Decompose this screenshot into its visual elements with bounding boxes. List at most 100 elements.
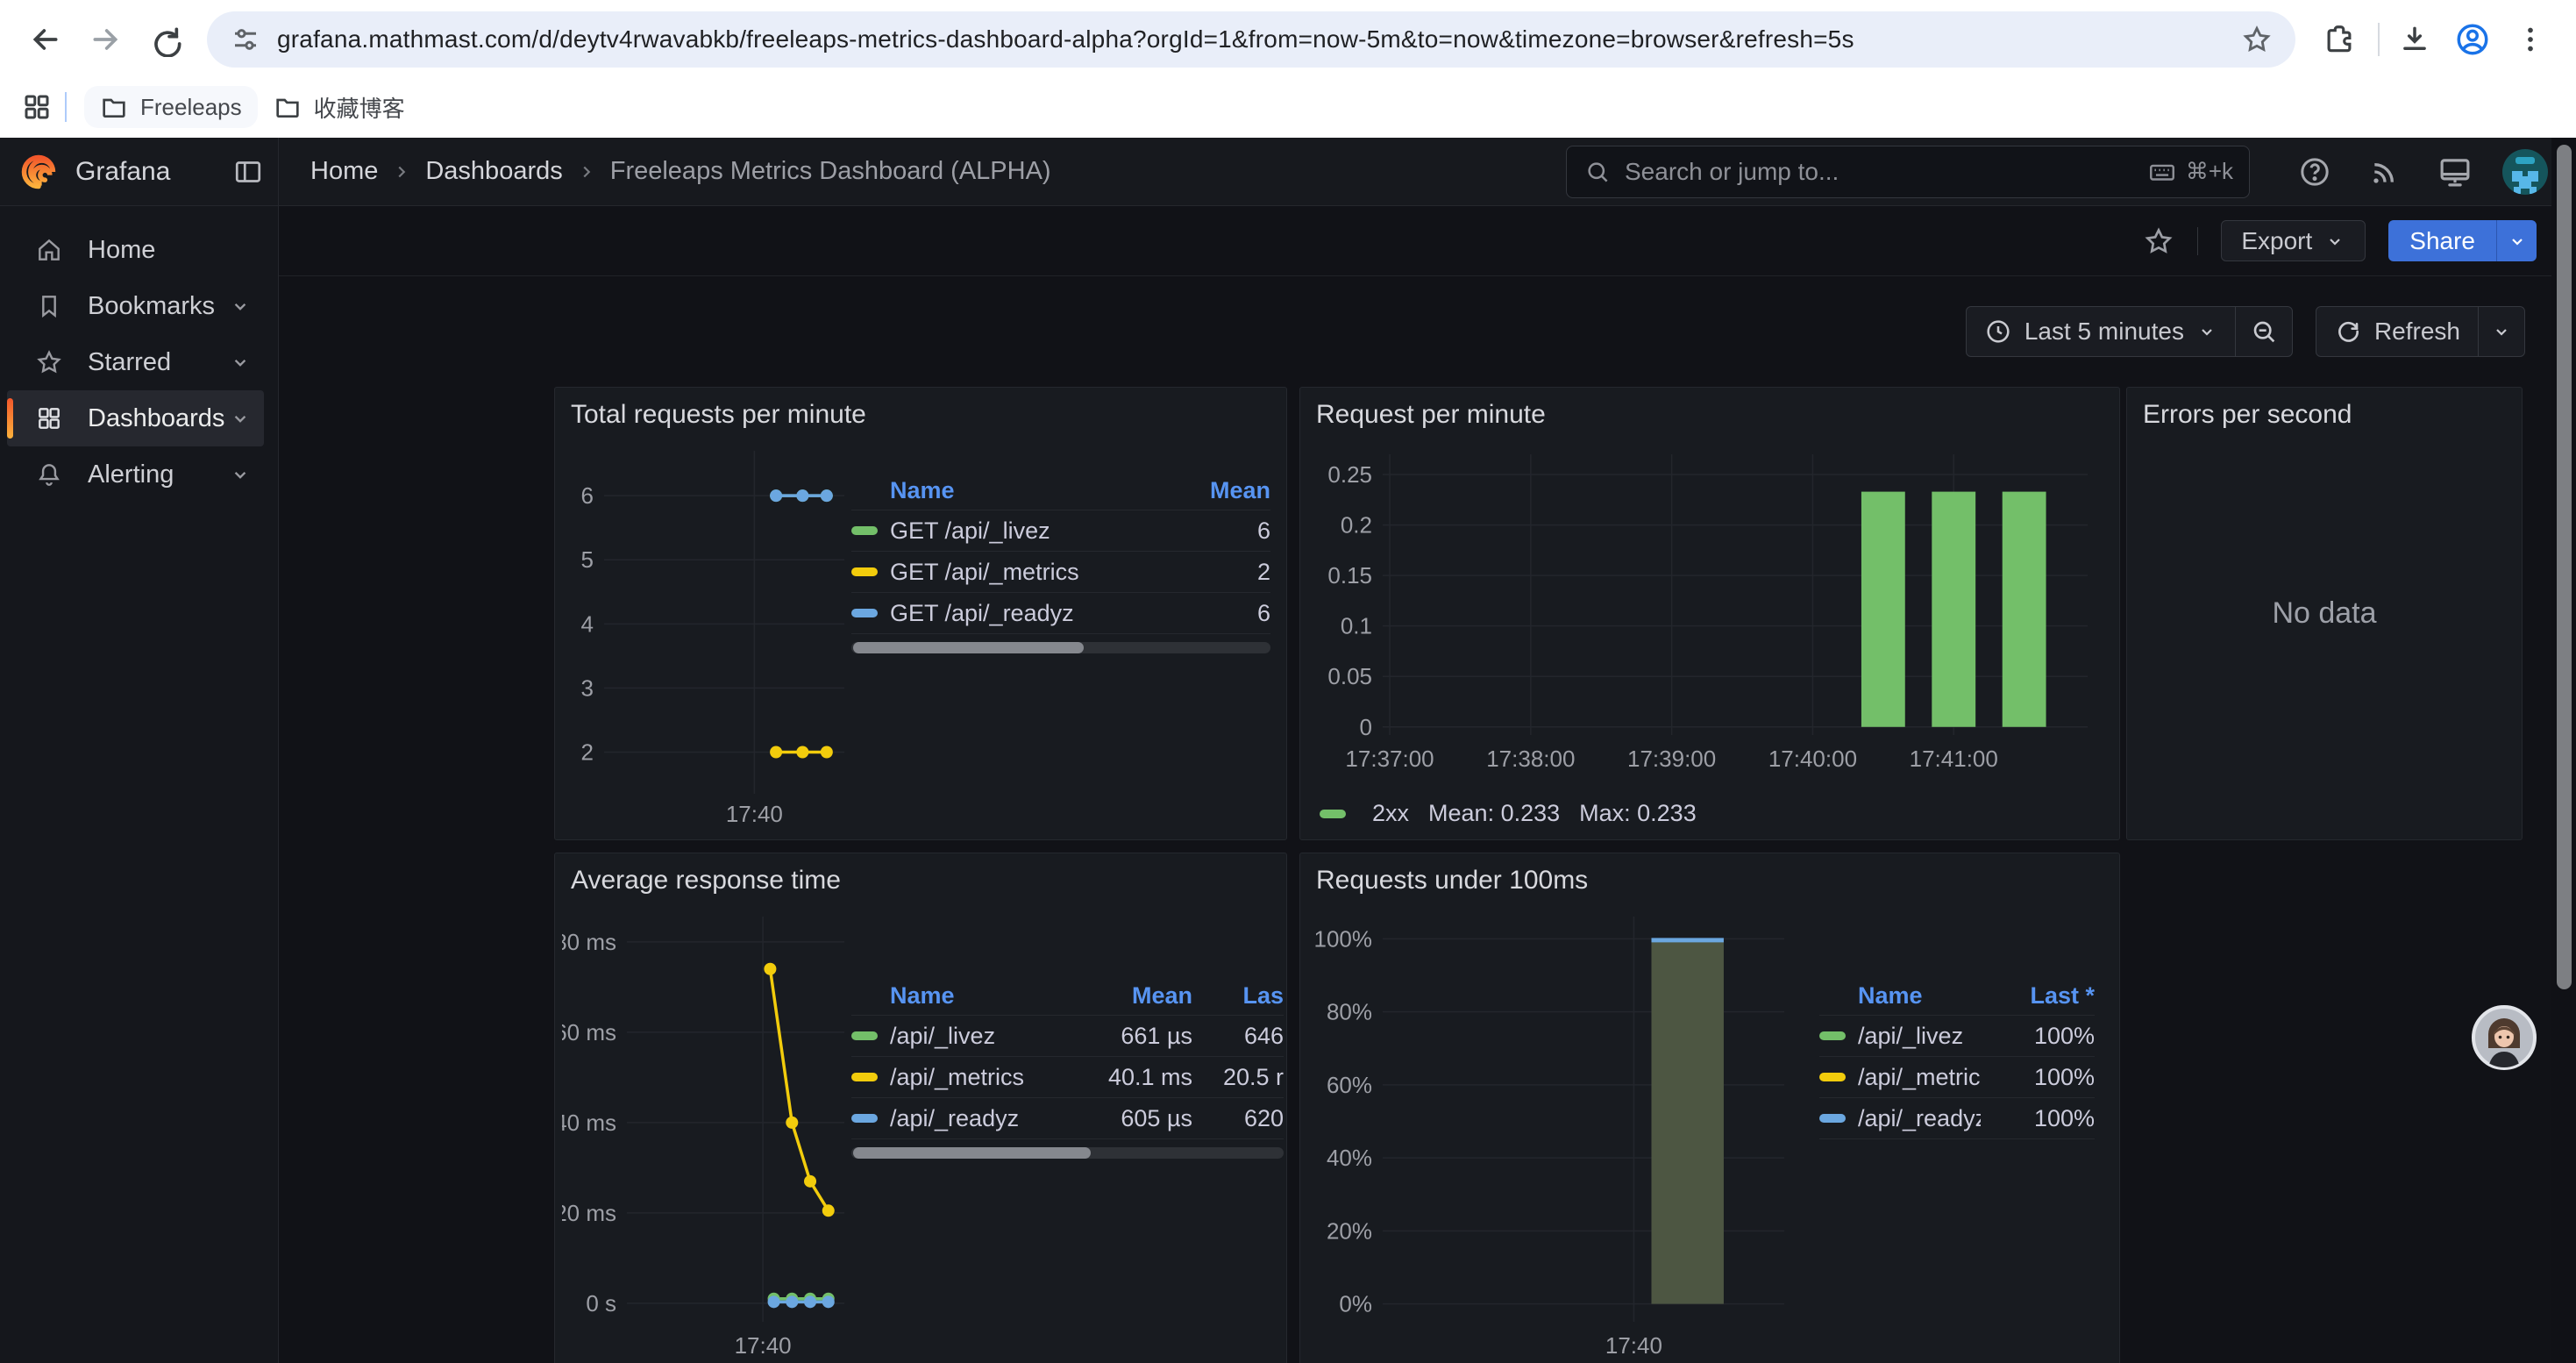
legend-header[interactable]: Mean bbox=[1192, 477, 1270, 504]
panel-title[interactable]: Total requests per minute bbox=[571, 400, 866, 430]
legend-series-name[interactable]: GET /api/_metrics bbox=[851, 559, 1192, 586]
legend-series-name[interactable]: /api/_livez bbox=[1819, 1023, 1981, 1050]
legend-value: 2 bbox=[1192, 559, 1270, 586]
legend-header[interactable]: Name bbox=[1819, 982, 1981, 1010]
legend-series-name[interactable]: /api/_metrics bbox=[851, 1064, 1061, 1091]
svg-text:17:40: 17:40 bbox=[735, 1332, 792, 1359]
legend-horizontal-scrollbar[interactable] bbox=[851, 642, 1270, 653]
sidebar-item-home[interactable]: Home bbox=[7, 222, 264, 278]
avg-response-chart[interactable]: 80 ms60 ms40 ms20 ms0 s17:40 bbox=[562, 906, 851, 1362]
refresh-interval-button[interactable] bbox=[2479, 307, 2524, 356]
legend-series-name[interactable]: /api/_readyz bbox=[1819, 1105, 1981, 1132]
sidebar-item-label: Home bbox=[88, 236, 264, 265]
panel-title[interactable]: Request per minute bbox=[1316, 400, 1546, 430]
site-settings-icon[interactable] bbox=[230, 24, 261, 55]
svg-text:3: 3 bbox=[581, 674, 594, 701]
panel-avg-response-time: Average response time 80 ms60 ms40 ms20 … bbox=[554, 853, 1287, 1363]
zoom-out-button[interactable] bbox=[2236, 307, 2292, 356]
bookmarks-separator bbox=[65, 92, 67, 122]
request-per-minute-chart[interactable]: 0.250.20.150.10.05017:37:0017:38:0017:39… bbox=[1311, 442, 2110, 775]
legend-table: NameLast */api/_livez100%/api/_metrics10… bbox=[1819, 977, 2095, 1139]
downloads-icon[interactable] bbox=[2392, 17, 2437, 62]
sidebar-item-alerting[interactable]: Alerting bbox=[7, 446, 264, 503]
scrollbar-thumb[interactable] bbox=[2557, 145, 2572, 989]
panel-errors-per-second: Errors per second No data bbox=[2126, 387, 2523, 840]
sidebar-item-bookmarks[interactable]: Bookmarks bbox=[7, 278, 264, 334]
chevron-down-icon[interactable] bbox=[229, 295, 252, 318]
legend-row: /api/_metrics100% bbox=[1819, 1057, 2095, 1098]
share-menu-button[interactable] bbox=[2496, 220, 2537, 261]
browser-menu-icon[interactable] bbox=[2508, 17, 2553, 62]
legend-header[interactable]: Name bbox=[851, 477, 1192, 504]
legend-value: 40.1 ms bbox=[1061, 1064, 1192, 1091]
actions-separator bbox=[2197, 227, 2198, 255]
chart-legend: 2xx Mean: 0.233 Max: 0.233 bbox=[1320, 800, 1697, 827]
legend-header-row: NameLast * bbox=[1819, 977, 2095, 1016]
legend-value: 20.5 r bbox=[1192, 1064, 1284, 1091]
time-range-picker[interactable]: Last 5 minutes bbox=[1967, 307, 2235, 356]
panel-title[interactable]: Requests under 100ms bbox=[1316, 866, 1588, 896]
legend-header[interactable]: Las bbox=[1192, 982, 1284, 1010]
legend-series-name[interactable]: /api/_readyz bbox=[851, 1105, 1061, 1132]
svg-text:17:38:00: 17:38:00 bbox=[1486, 746, 1575, 772]
search-input[interactable]: Search or jump to... ⌘+k bbox=[1566, 146, 2250, 198]
legend-series-name[interactable]: GET /api/_livez bbox=[851, 517, 1192, 545]
forward-icon[interactable] bbox=[82, 17, 128, 62]
svg-text:17:41:00: 17:41:00 bbox=[1910, 746, 1998, 772]
assistant-avatar-widget[interactable] bbox=[2471, 1004, 2537, 1071]
apps-grid-icon[interactable] bbox=[21, 91, 53, 123]
sidebar-item-starred[interactable]: Starred bbox=[7, 334, 264, 390]
bookmark-star-icon[interactable] bbox=[2241, 24, 2273, 55]
bookmark-folder-freeleaps[interactable]: Freeleaps bbox=[84, 86, 258, 128]
legend-value: 100% bbox=[1981, 1105, 2095, 1132]
total-requests-chart[interactable]: 6543217:40 bbox=[562, 440, 851, 831]
sidebar-item-dashboards[interactable]: Dashboards bbox=[7, 390, 264, 446]
favorite-star-icon[interactable] bbox=[2143, 225, 2174, 257]
chevron-down-icon[interactable] bbox=[229, 407, 252, 430]
news-rss-icon[interactable] bbox=[2359, 146, 2411, 198]
legend-series-name[interactable]: /api/_metrics bbox=[1819, 1064, 1981, 1091]
monitor-icon[interactable] bbox=[2429, 146, 2481, 198]
reload-icon[interactable] bbox=[142, 17, 188, 62]
scrollbar-thumb[interactable] bbox=[853, 1147, 1091, 1159]
legend-header[interactable]: Mean bbox=[1061, 982, 1192, 1010]
grafana-logo-icon[interactable] bbox=[19, 153, 58, 191]
user-avatar[interactable] bbox=[2499, 146, 2551, 198]
share-button[interactable]: Share bbox=[2388, 220, 2496, 261]
svg-text:20%: 20% bbox=[1327, 1217, 1372, 1244]
legend-header[interactable]: Last * bbox=[1981, 982, 2095, 1010]
refresh-button[interactable]: Refresh bbox=[2316, 307, 2478, 356]
scrollbar-thumb[interactable] bbox=[853, 642, 1084, 653]
legend-header[interactable]: Name bbox=[851, 982, 1061, 1010]
legend-series-name[interactable]: /api/_livez bbox=[851, 1023, 1061, 1050]
breadcrumb-home[interactable]: Home bbox=[310, 157, 378, 186]
legend-horizontal-scrollbar[interactable] bbox=[851, 1147, 1284, 1159]
panel-title[interactable]: Average response time bbox=[571, 866, 841, 896]
breadcrumb-dashboards[interactable]: Dashboards bbox=[425, 157, 562, 186]
series-color-pill bbox=[1819, 1114, 1846, 1123]
breadcrumb: Home Dashboards Freeleaps Metrics Dashbo… bbox=[279, 157, 1051, 186]
legend-series-name[interactable]: GET /api/_readyz bbox=[851, 600, 1192, 627]
chevron-down-icon[interactable] bbox=[229, 351, 252, 374]
legend-row: GET /api/_metrics2 bbox=[851, 552, 1270, 593]
under-100ms-chart[interactable]: 100%80%60%40%20%0%17:40 bbox=[1309, 906, 1800, 1362]
bookmark-folder-blogs[interactable]: 收藏博客 bbox=[258, 84, 421, 131]
panel-under-100ms: Requests under 100ms 100%80%60%40%20%0%1… bbox=[1299, 853, 2120, 1363]
url-bar[interactable]: grafana.mathmast.com/d/deytv4rwavabkb/fr… bbox=[207, 11, 2295, 68]
export-button[interactable]: Export bbox=[2221, 220, 2366, 261]
brand-section: Grafana bbox=[0, 138, 279, 205]
help-icon[interactable] bbox=[2288, 146, 2341, 198]
chevron-right-icon bbox=[392, 162, 411, 182]
panel-grid: Total requests per minute 6543217:40 Nam… bbox=[279, 387, 2576, 1363]
back-icon[interactable] bbox=[23, 17, 68, 62]
extensions-icon[interactable] bbox=[2316, 17, 2362, 62]
dashboard-actions-row: Export Share bbox=[279, 206, 2576, 276]
chevron-down-icon[interactable] bbox=[229, 463, 252, 486]
series-mean: Mean: 0.233 bbox=[1428, 800, 1560, 827]
dock-sidebar-icon[interactable] bbox=[232, 156, 264, 188]
svg-text:0.15: 0.15 bbox=[1327, 562, 1372, 589]
series-name[interactable]: 2xx bbox=[1372, 800, 1409, 827]
url-text[interactable]: grafana.mathmast.com/d/deytv4rwavabkb/fr… bbox=[277, 25, 2241, 54]
profile-icon[interactable] bbox=[2450, 17, 2495, 62]
browser-toolbar: grafana.mathmast.com/d/deytv4rwavabkb/fr… bbox=[0, 0, 2576, 79]
